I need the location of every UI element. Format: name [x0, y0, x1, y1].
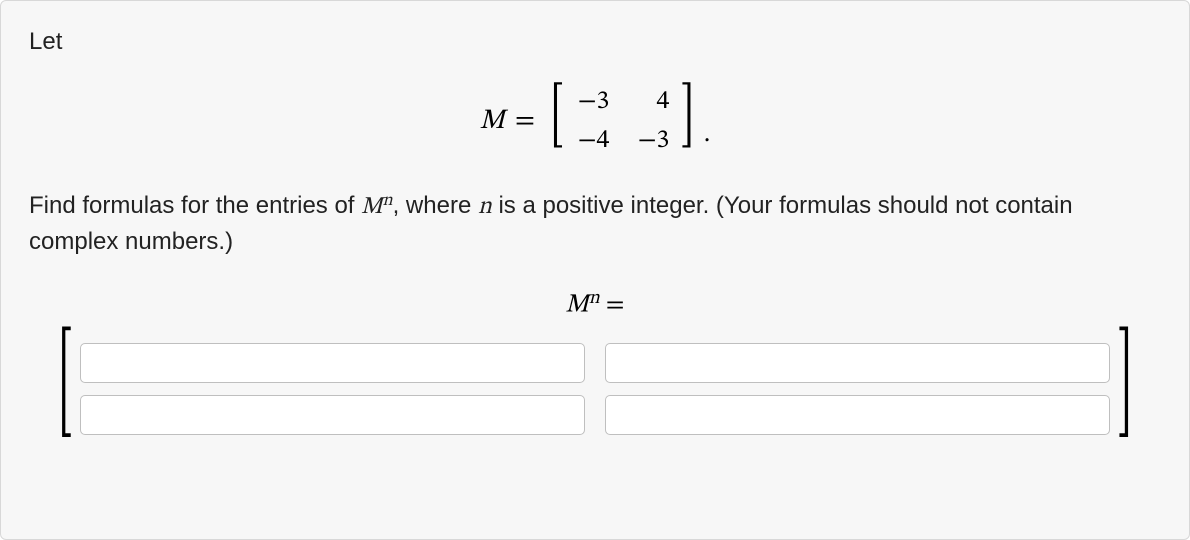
- matrix-entry: −3: [575, 86, 609, 119]
- instruction-text: Find formulas for the entries of Mn, whe…: [29, 188, 1161, 260]
- right-bracket-icon: ]: [681, 82, 694, 162]
- intro-text: Let: [29, 25, 1161, 60]
- right-bracket-icon: ]: [1117, 334, 1131, 438]
- result-lhs: Mn =: [29, 287, 1161, 323]
- instr-seg: , where: [393, 192, 478, 219]
- answer-area: [ ]: [29, 337, 1161, 441]
- answer-input-22[interactable]: [605, 395, 1110, 435]
- left-bracket-icon: [: [550, 82, 563, 162]
- matrix-definition: M = [ −3 4 −4 −3 ] .: [29, 82, 1161, 162]
- equals-sign: =: [515, 104, 535, 139]
- matrix-entry: 4: [635, 86, 669, 119]
- left-bracket-icon: [: [58, 334, 72, 438]
- question-card: Let M = [ −3 4 −4 −3 ] . Find formulas f…: [0, 0, 1190, 540]
- instr-mvar: M: [361, 195, 382, 219]
- matrix-entry: −3: [635, 125, 669, 158]
- instr-nvar: n: [478, 195, 492, 219]
- trailing-period: .: [704, 119, 710, 162]
- answer-input-21[interactable]: [80, 395, 585, 435]
- matrix-var: M: [480, 104, 505, 139]
- result-mvar: M: [566, 293, 589, 319]
- answer-grid: [76, 337, 1114, 441]
- matrix-brackets: [ −3 4 −4 −3 ]: [545, 82, 700, 162]
- answer-input-11[interactable]: [80, 343, 585, 383]
- result-exp: n: [589, 290, 600, 308]
- matrix-entry: −4: [575, 125, 609, 158]
- instr-seg: Find formulas for the entries of: [29, 192, 361, 219]
- result-eq: =: [600, 293, 625, 319]
- matrix-entries: −3 4 −4 −3: [569, 82, 675, 162]
- instr-exp: n: [383, 193, 393, 210]
- answer-input-12[interactable]: [605, 343, 1110, 383]
